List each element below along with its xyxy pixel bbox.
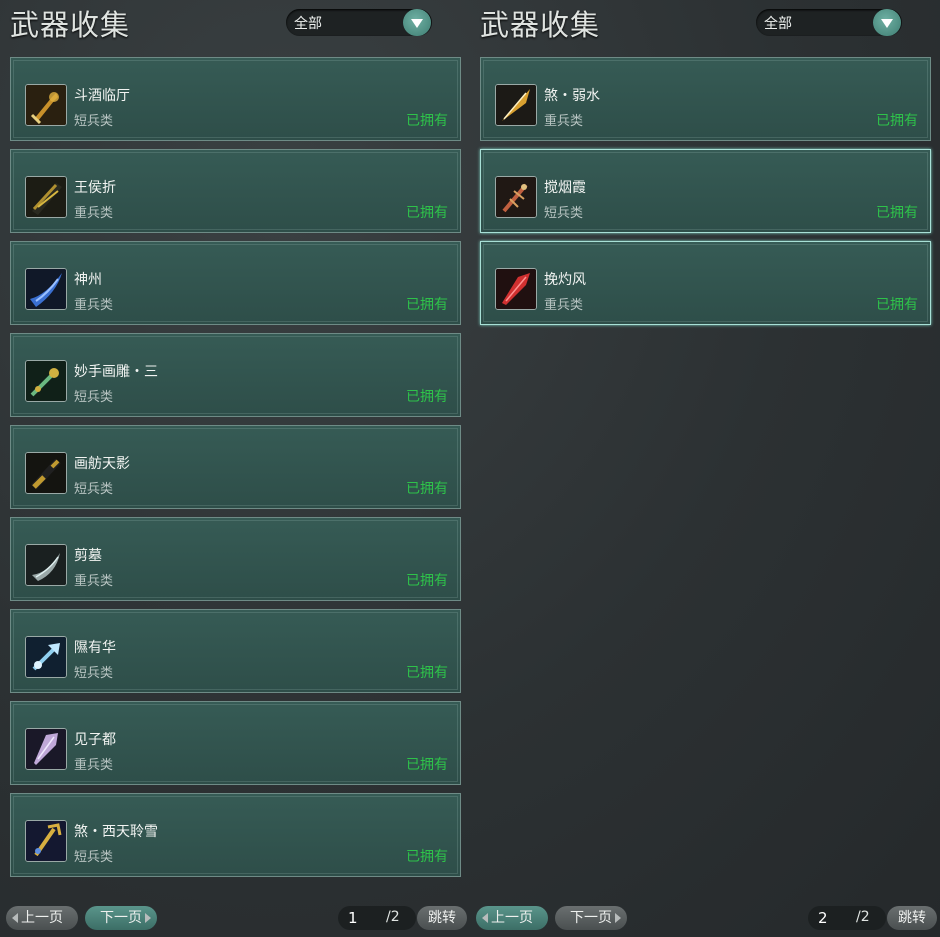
weapon-name: 神州 bbox=[74, 272, 102, 288]
weapon-type: 短兵类 bbox=[74, 390, 114, 405]
weapon-name: 王侯折 bbox=[74, 180, 116, 196]
prev-page-button[interactable]: 上一页 bbox=[6, 906, 78, 930]
weapon-type: 重兵类 bbox=[544, 298, 584, 313]
weapon-card[interactable]: 见子都 重兵类 已拥有 bbox=[10, 701, 461, 785]
current-page: 1 bbox=[348, 909, 358, 927]
trident-dagger-icon bbox=[25, 820, 67, 862]
weapon-type: 重兵类 bbox=[74, 298, 114, 313]
weapon-name: 隰有华 bbox=[74, 640, 116, 656]
weapon-name: 画舫天影 bbox=[74, 456, 130, 472]
page-number-input[interactable]: 2 /2 bbox=[808, 906, 886, 930]
chevron-right-icon bbox=[615, 913, 621, 923]
pagination: 上一页 下一页 2 /2 跳转 bbox=[470, 906, 940, 930]
weapon-card[interactable]: 搅烟霞 短兵类 已拥有 bbox=[480, 149, 931, 233]
weapon-name: 挽灼风 bbox=[544, 272, 586, 288]
owned-status: 已拥有 bbox=[406, 573, 448, 589]
weapon-type: 短兵类 bbox=[74, 114, 114, 129]
owned-status: 已拥有 bbox=[406, 849, 448, 865]
weapon-type: 短兵类 bbox=[544, 206, 584, 221]
weapon-card[interactable]: 妙手画雕・三 短兵类 已拥有 bbox=[10, 333, 461, 417]
pagination: 上一页 下一页 1 /2 跳转 bbox=[0, 906, 470, 930]
owned-status: 已拥有 bbox=[876, 113, 918, 129]
owned-status: 已拥有 bbox=[406, 481, 448, 497]
weapon-card[interactable]: 煞・弱水 重兵类 已拥有 bbox=[480, 57, 931, 141]
weapon-name: 煞・弱水 bbox=[544, 88, 600, 104]
blue-blade-icon bbox=[25, 268, 67, 310]
jump-button[interactable]: 跳转 bbox=[417, 906, 467, 930]
panel-title: 武器收集 bbox=[10, 8, 131, 42]
weapon-type: 重兵类 bbox=[74, 758, 114, 773]
thorned-dagger-icon bbox=[495, 176, 537, 218]
weapon-card[interactable]: 隰有华 短兵类 已拥有 bbox=[10, 609, 461, 693]
silver-blade-icon bbox=[25, 544, 67, 586]
weapon-type: 短兵类 bbox=[74, 482, 114, 497]
weapon-card[interactable]: 神州 重兵类 已拥有 bbox=[10, 241, 461, 325]
weapon-name: 煞・西天聆雪 bbox=[74, 824, 158, 840]
next-page-button[interactable]: 下一页 bbox=[85, 906, 157, 930]
weapon-collection-panel-1: 武器收集 全部 斗酒临厅 短兵类 已拥有 王侯折 重兵类 已拥有 神州 重兵类 … bbox=[0, 0, 467, 937]
weapon-type: 重兵类 bbox=[74, 574, 114, 589]
golden-spear-icon bbox=[495, 84, 537, 126]
chevron-down-icon[interactable] bbox=[873, 9, 901, 36]
next-page-button[interactable]: 下一页 bbox=[555, 906, 627, 930]
total-pages: /2 bbox=[386, 909, 400, 925]
current-page: 2 bbox=[818, 909, 828, 927]
chevron-left-icon bbox=[482, 913, 488, 923]
total-pages: /2 bbox=[856, 909, 870, 925]
weapon-card[interactable]: 煞・西天聆雪 短兵类 已拥有 bbox=[10, 793, 461, 877]
golden-dagger-icon bbox=[25, 84, 67, 126]
chevron-down-icon[interactable] bbox=[403, 9, 431, 36]
weapon-list: 斗酒临厅 短兵类 已拥有 王侯折 重兵类 已拥有 神州 重兵类 已拥有 妙手画雕… bbox=[10, 57, 463, 885]
weapon-name: 斗酒临厅 bbox=[74, 88, 130, 104]
weapon-name: 剪墓 bbox=[74, 548, 102, 564]
owned-status: 已拥有 bbox=[406, 665, 448, 681]
weapon-card[interactable]: 画舫天影 短兵类 已拥有 bbox=[10, 425, 461, 509]
weapon-type: 短兵类 bbox=[74, 666, 114, 681]
weapon-collection-panel-2: 武器收集 全部 煞・弱水 重兵类 已拥有 搅烟霞 短兵类 已拥有 挽灼风 重兵类… bbox=[470, 0, 937, 937]
weapon-name: 搅烟霞 bbox=[544, 180, 586, 196]
filter-selected-value: 全部 bbox=[764, 16, 792, 32]
jade-dagger-icon bbox=[25, 360, 67, 402]
next-page-label: 下一页 bbox=[570, 910, 612, 926]
owned-status: 已拥有 bbox=[406, 389, 448, 405]
filter-selected-value: 全部 bbox=[294, 16, 322, 32]
next-page-label: 下一页 bbox=[100, 910, 142, 926]
weapon-name: 妙手画雕・三 bbox=[74, 364, 158, 380]
prev-page-button[interactable]: 上一页 bbox=[476, 906, 548, 930]
crimson-blade-icon bbox=[495, 268, 537, 310]
prev-page-label: 上一页 bbox=[491, 910, 533, 926]
dark-gold-blade-icon bbox=[25, 176, 67, 218]
page-number-input[interactable]: 1 /2 bbox=[338, 906, 416, 930]
owned-status: 已拥有 bbox=[406, 113, 448, 129]
owned-status: 已拥有 bbox=[406, 297, 448, 313]
panel-title: 武器收集 bbox=[480, 8, 601, 42]
jump-button[interactable]: 跳转 bbox=[887, 906, 937, 930]
weapon-card[interactable]: 挽灼风 重兵类 已拥有 bbox=[480, 241, 931, 325]
chevron-left-icon bbox=[12, 913, 18, 923]
weapon-card[interactable]: 斗酒临厅 短兵类 已拥有 bbox=[10, 57, 461, 141]
owned-status: 已拥有 bbox=[406, 205, 448, 221]
owned-status: 已拥有 bbox=[406, 757, 448, 773]
prev-page-label: 上一页 bbox=[21, 910, 63, 926]
weapon-list: 煞・弱水 重兵类 已拥有 搅烟霞 短兵类 已拥有 挽灼风 重兵类 已拥有 bbox=[480, 57, 933, 333]
weapon-type: 短兵类 bbox=[74, 850, 114, 865]
filter-dropdown[interactable]: 全部 bbox=[756, 9, 902, 36]
weapon-card[interactable]: 剪墓 重兵类 已拥有 bbox=[10, 517, 461, 601]
weapon-type: 重兵类 bbox=[544, 114, 584, 129]
chevron-right-icon bbox=[145, 913, 151, 923]
owned-status: 已拥有 bbox=[876, 205, 918, 221]
owned-status: 已拥有 bbox=[876, 297, 918, 313]
crystal-dagger-icon bbox=[25, 636, 67, 678]
gold-tipped-dagger-icon bbox=[25, 452, 67, 494]
violet-blade-icon bbox=[25, 728, 67, 770]
weapon-name: 见子都 bbox=[74, 732, 116, 748]
weapon-type: 重兵类 bbox=[74, 206, 114, 221]
weapon-card[interactable]: 王侯折 重兵类 已拥有 bbox=[10, 149, 461, 233]
filter-dropdown[interactable]: 全部 bbox=[286, 9, 432, 36]
